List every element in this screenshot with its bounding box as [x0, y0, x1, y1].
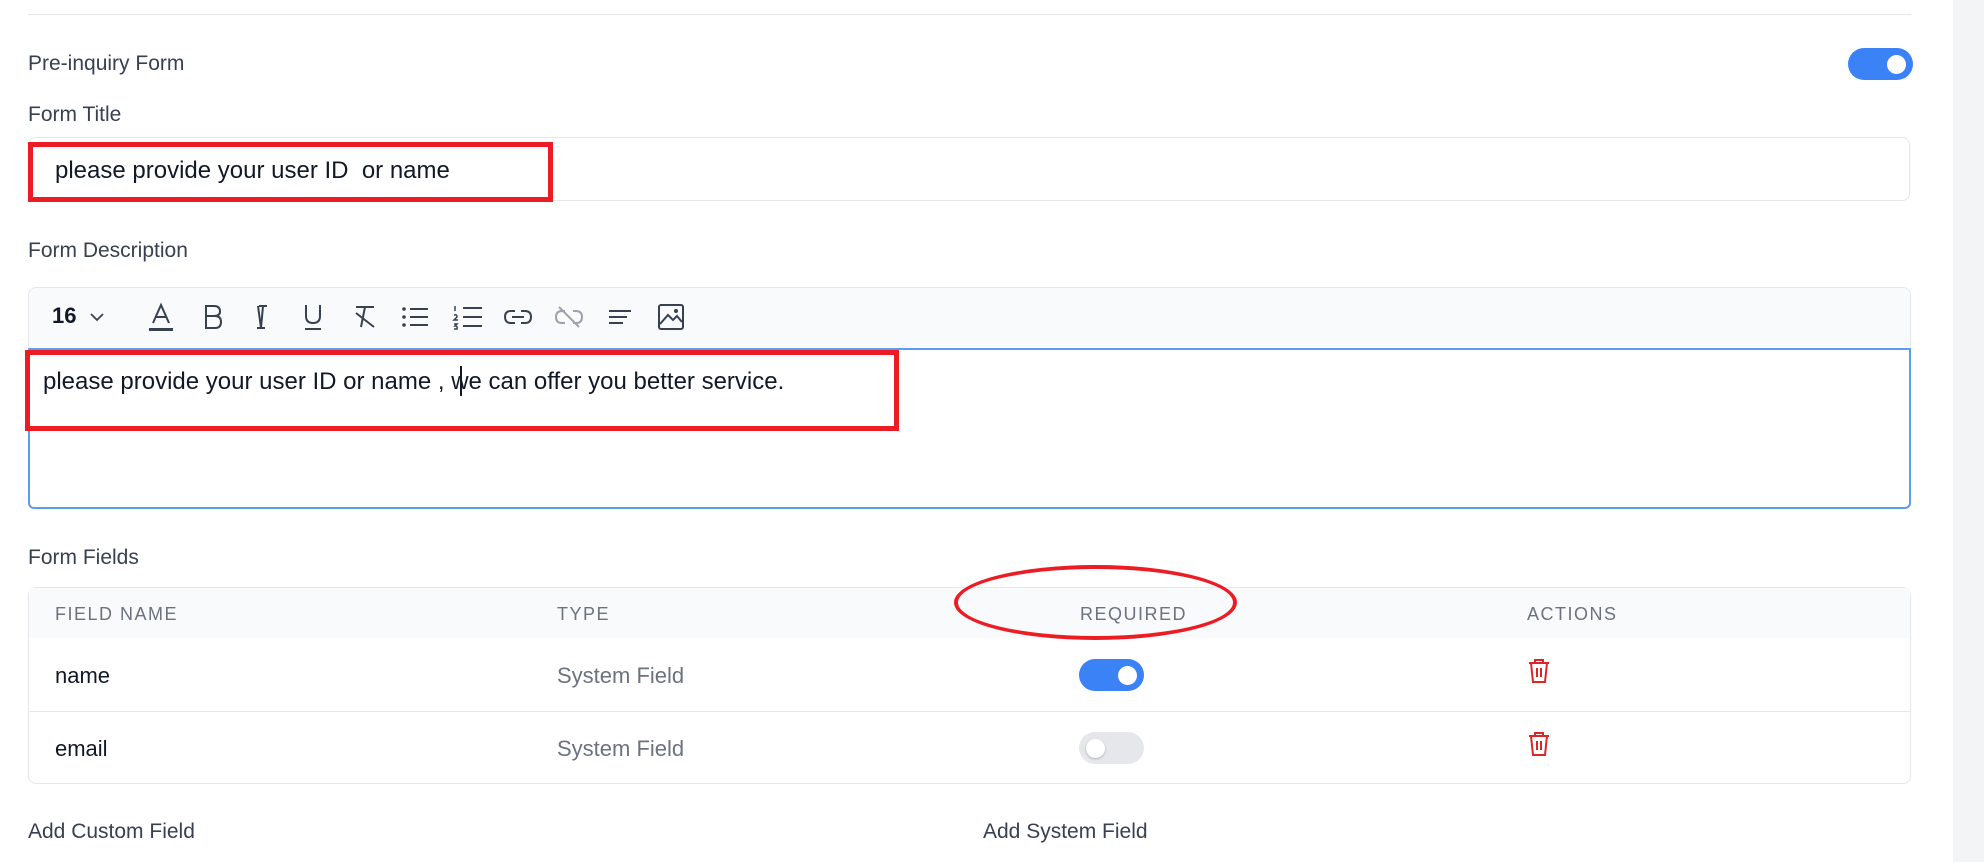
row-divider — [29, 711, 1910, 712]
required-toggle-email[interactable] — [1079, 732, 1144, 764]
annotation-ellipse-required — [954, 565, 1237, 640]
clear-format-icon[interactable] — [347, 300, 383, 334]
field-type-cell: System Field — [557, 736, 685, 761]
font-size-value: 16 — [52, 303, 77, 328]
numbered-list-icon[interactable] — [450, 300, 486, 334]
field-name-cell: name — [55, 663, 111, 688]
top-divider — [28, 14, 1911, 15]
annotation-box-description — [25, 350, 899, 431]
add-system-field-label: Add System Field — [983, 820, 1148, 843]
font-color-icon[interactable] — [143, 300, 179, 334]
pre-inquiry-toggle[interactable] — [1848, 48, 1913, 80]
form-description-label: Form Description — [28, 239, 188, 262]
column-header-actions: ACTIONS — [1527, 604, 1618, 624]
align-icon[interactable] — [602, 300, 638, 334]
underline-icon[interactable] — [295, 300, 331, 334]
field-type-cell: System Field — [557, 663, 685, 688]
required-toggle-name[interactable] — [1079, 659, 1144, 691]
toggle-knob — [1086, 739, 1105, 758]
trash-icon[interactable] — [1527, 658, 1551, 684]
link-icon[interactable] — [500, 300, 536, 334]
image-icon[interactable] — [653, 300, 689, 334]
toggle-knob — [1887, 55, 1906, 74]
add-custom-field-label: Add Custom Field — [28, 820, 195, 843]
form-title-label: Form Title — [28, 103, 122, 126]
form-fields-label: Form Fields — [28, 546, 139, 569]
column-header-type: TYPE — [557, 604, 611, 624]
font-size-select[interactable]: 16 — [52, 303, 105, 329]
bold-icon[interactable] — [195, 300, 231, 334]
trash-icon[interactable] — [1527, 731, 1551, 757]
field-name-cell: email — [55, 736, 108, 761]
unlink-icon[interactable] — [551, 300, 587, 334]
bullet-list-icon[interactable] — [397, 300, 433, 334]
scrollbar-track[interactable] — [1953, 0, 1984, 862]
annotation-box-title — [28, 142, 553, 202]
column-header-field-name: FIELD NAME — [55, 604, 179, 624]
chevron-down-icon — [89, 313, 104, 322]
toggle-knob — [1118, 666, 1137, 685]
italic-icon[interactable] — [244, 300, 280, 334]
pre-inquiry-label: Pre-inquiry Form — [28, 52, 185, 75]
